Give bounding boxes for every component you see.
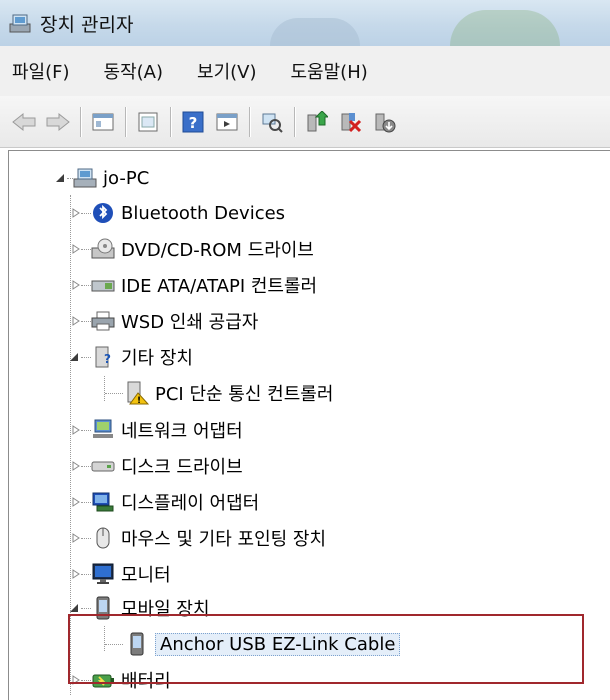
category-label: 기타 장치 [121,348,193,369]
show-hide-tree-icon[interactable] [134,108,162,136]
title-bar[interactable]: 장치 관리자 [0,0,610,46]
tree-connector [67,178,73,179]
tree-category-node[interactable]: DVD/CD-ROM 드라이브 [69,232,314,266]
warning-device-icon: ! [125,381,149,405]
computer-icon [73,166,97,190]
tree-category-node[interactable]: Bluetooth Devices [69,196,285,230]
tree-connector [105,393,123,394]
monitor-icon [91,562,115,586]
tree-root-node[interactable]: jo-PC [55,161,149,195]
category-label: IDE ATA/ATAPI 컨트롤러 [121,276,318,297]
collapse-arrow-icon[interactable] [53,171,67,185]
category-label: Bluetooth Devices [121,202,286,224]
category-label: 네트워크 어댑터 [121,421,243,442]
bluetooth-icon [91,201,115,225]
toolbar-separator [125,106,126,137]
help-icon[interactable]: ? [179,108,207,136]
category-label: 디스크 드라이브 [121,457,243,478]
tree-category-node[interactable]: 디스플레이 어댑터 [69,485,259,519]
tree-category-node[interactable]: 디스크 드라이브 [69,449,243,483]
ide-controller-icon [91,273,115,297]
tree-category-node[interactable]: 마우스 및 기타 포인팅 장치 [69,521,326,555]
category-label: WSD 인쇄 공급자 [121,312,259,333]
scan-hardware-icon[interactable] [258,108,286,136]
properties-view-icon[interactable] [89,108,117,136]
toolbar: ? [0,96,610,148]
printer-icon [91,309,115,333]
tree-category-node[interactable]: 네트워크 어댑터 [69,413,243,447]
device-manager-icon [8,12,32,34]
forward-icon[interactable] [44,108,72,136]
tree-category-node[interactable]: IDE ATA/ATAPI 컨트롤러 [69,268,317,302]
tree-connector [81,574,91,575]
highlight-box [68,614,584,684]
category-label: DVD/CD-ROM 드라이브 [121,240,314,261]
svg-text:?: ? [104,352,111,366]
tree-connector [81,249,91,250]
tree-connector [81,502,91,503]
tree-connector [81,321,91,322]
collapse-arrow-icon[interactable] [67,350,81,364]
category-label: 모니터 [121,565,171,586]
tree-category-node[interactable]: WSD 인쇄 공급자 [69,304,258,338]
tree-category-node[interactable]: 모니터 [69,557,171,591]
category-label: 마우스 및 기타 포인팅 장치 [121,529,327,550]
disk-drive-icon [91,454,115,478]
menu-file[interactable]: 파일(F) [12,58,70,84]
tree-device-node[interactable]: ! PCI 단순 통신 컨트롤러 [105,376,333,410]
other-devices-icon: ? [91,345,115,369]
tree-connector [81,357,91,358]
dvd-drive-icon [91,237,115,261]
toolbar-separator [294,106,295,137]
background-decoration [270,18,360,46]
toolbar-separator [80,106,81,137]
display-adapter-icon [91,490,115,514]
category-label: 디스플레이 어댑터 [121,493,260,514]
device-label: PCI 단순 통신 컨트롤러 [155,384,334,405]
disable-icon[interactable] [371,108,399,136]
tree-connector [81,466,91,467]
svg-text:!: ! [137,396,141,405]
menu-help[interactable]: 도움말(H) [291,58,368,84]
menu-action[interactable]: 동작(A) [104,58,163,84]
background-decoration [450,10,560,46]
menu-bar: 파일(F) 동작(A) 보기(V) 도움말(H) [0,46,610,96]
tree-connector [81,285,91,286]
update-driver-icon[interactable] [303,108,331,136]
window-title: 장치 관리자 [40,13,134,36]
back-icon[interactable] [10,108,38,136]
toolbar-separator [170,106,171,137]
toolbar-separator [249,106,250,137]
tree-category-node[interactable]: ? 기타 장치 [69,340,193,374]
menu-view[interactable]: 보기(V) [197,58,256,84]
tree-connector [81,430,91,431]
computer-name-label: jo-PC [103,167,150,189]
tree-connector [81,213,91,214]
svg-text:?: ? [189,114,198,132]
tree-connector [81,608,91,609]
mouse-icon [91,526,115,550]
network-adapter-icon [91,418,115,442]
uninstall-icon[interactable] [337,108,365,136]
collapse-arrow-icon[interactable] [67,601,81,615]
tree-connector [81,538,91,539]
action-pane-icon[interactable] [213,108,241,136]
